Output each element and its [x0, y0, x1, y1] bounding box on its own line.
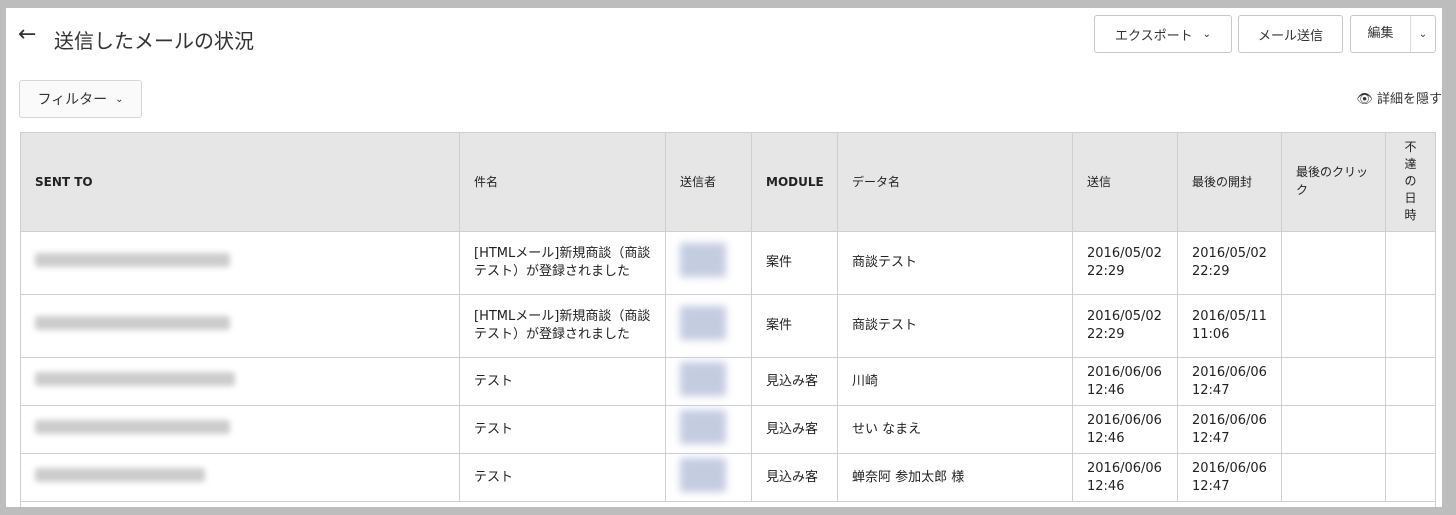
click-cell: [1281, 357, 1386, 406]
module-cell: 見込み客: [751, 453, 838, 502]
subject-cell[interactable]: [HTMLメール]新規商談（商談テスト）が登録されました: [459, 294, 666, 358]
module-cell: 案件: [751, 294, 838, 358]
sender-cell: [665, 405, 752, 454]
opened-cell: 2016/06/06 12:47: [1177, 357, 1282, 406]
table-row: [20, 501, 1436, 507]
filter-button[interactable]: フィルター ⌄: [19, 80, 142, 118]
filter-label: フィルター: [37, 92, 108, 108]
export-label: エクスポート: [1114, 28, 1193, 44]
redacted-email: [35, 371, 235, 386]
col-bounce[interactable]: 不達の日時: [1385, 132, 1436, 232]
data-name-cell[interactable]: せい なまえ: [837, 405, 1073, 454]
opened-cell: 2016/05/11 11:06: [1177, 294, 1282, 358]
module-cell: 見込み客: [751, 405, 838, 454]
eye-icon: 👁: [1356, 92, 1373, 107]
sender-cell: [665, 453, 752, 502]
sent-cell: 2016/06/06 12:46: [1072, 453, 1178, 502]
sent-cell: 2016/05/02 22:29: [1072, 294, 1178, 358]
sent-to-cell: [20, 357, 460, 406]
redacted-sender: [680, 457, 726, 492]
opened-cell: 2016/06/06 12:47: [1177, 453, 1282, 502]
sender-cell: [665, 357, 752, 406]
chevron-down-icon: ⌄: [115, 93, 124, 105]
sent-cell: 2016/06/06 12:46: [1072, 405, 1178, 454]
redacted-email: [35, 467, 205, 482]
col-data-name[interactable]: データ名: [837, 132, 1073, 232]
redacted-email: [35, 253, 230, 267]
module-cell: 案件: [751, 231, 838, 295]
bounce-cell: [1385, 294, 1436, 358]
hide-details-link[interactable]: 👁 詳細を隠す: [1356, 88, 1442, 107]
bounce-cell: [1385, 231, 1436, 295]
sent-mail-table: SENT TO 件名 送信者 MODULE データ名 送信 最後の開封 最後のク…: [20, 132, 1436, 507]
click-cell: [1281, 294, 1386, 358]
col-module[interactable]: MODULE: [751, 132, 838, 232]
partial-row: [20, 501, 1436, 507]
sent-to-cell: [20, 453, 460, 502]
send-mail-button[interactable]: メール送信: [1238, 15, 1343, 53]
redacted-email: [35, 316, 230, 330]
table-row[interactable]: テスト 見込み客 せい なまえ 2016/06/06 12:46 2016/06…: [20, 405, 1436, 454]
data-name-cell[interactable]: 川崎: [837, 357, 1073, 406]
edit-label[interactable]: 編集: [1351, 16, 1411, 52]
data-name-cell[interactable]: 商談テスト: [837, 231, 1073, 295]
click-cell: [1281, 231, 1386, 295]
table-row[interactable]: テスト 見込み客 川崎 2016/06/06 12:46 2016/06/06 …: [20, 357, 1436, 406]
col-subject[interactable]: 件名: [459, 132, 666, 232]
subject-cell[interactable]: テスト: [459, 453, 666, 502]
col-last-opened[interactable]: 最後の開封: [1177, 132, 1282, 232]
sender-cell: [665, 231, 752, 295]
data-name-cell[interactable]: 蝉奈阿 参加太郎 様: [837, 453, 1073, 502]
col-sent[interactable]: 送信: [1072, 132, 1178, 232]
redacted-sender: [680, 409, 726, 444]
edit-button[interactable]: 編集 ⌄: [1350, 15, 1436, 53]
bounce-cell: [1385, 453, 1436, 502]
click-cell: [1281, 453, 1386, 502]
table-row[interactable]: [HTMLメール]新規商談（商談テスト）が登録されました 案件 商談テスト 20…: [20, 231, 1436, 295]
opened-cell: 2016/05/02 22:29: [1177, 231, 1282, 295]
redacted-sender: [680, 306, 726, 340]
table-row[interactable]: [HTMLメール]新規商談（商談テスト）が登録されました 案件 商談テスト 20…: [20, 294, 1436, 358]
col-sent-to[interactable]: SENT TO: [20, 132, 460, 232]
col-sender[interactable]: 送信者: [665, 132, 752, 232]
sender-cell: [665, 294, 752, 358]
col-last-click[interactable]: 最後のクリック: [1281, 132, 1386, 232]
data-name-cell[interactable]: 商談テスト: [837, 294, 1073, 358]
redacted-email: [35, 419, 230, 434]
export-button[interactable]: エクスポート ⌄: [1094, 15, 1232, 53]
bounce-cell: [1385, 357, 1436, 406]
bounce-cell: [1385, 405, 1436, 454]
chevron-down-icon[interactable]: ⌄: [1411, 29, 1435, 40]
panel: ← 送信したメールの状況 エクスポート ⌄ メール送信 編集 ⌄ フィルター ⌄ 👁 …: [6, 8, 1442, 507]
sent-cell: 2016/05/02 22:29: [1072, 231, 1178, 295]
sent-cell: 2016/06/06 12:46: [1072, 357, 1178, 406]
redacted-sender: [680, 243, 726, 277]
subject-cell[interactable]: テスト: [459, 357, 666, 406]
hide-details-label: 詳細を隠す: [1376, 92, 1442, 107]
col-bounce-label: 不達の日時: [1404, 140, 1417, 222]
page-title: 送信したメールの状況: [54, 29, 254, 53]
redacted-sender: [680, 361, 726, 396]
opened-cell: 2016/06/06 12:47: [1177, 405, 1282, 454]
sent-to-cell: [20, 294, 460, 358]
sent-to-cell: [20, 405, 460, 454]
click-cell: [1281, 405, 1386, 454]
chevron-down-icon: ⌄: [1202, 28, 1211, 40]
sent-to-cell: [20, 231, 460, 295]
back-arrow-icon[interactable]: ←: [18, 22, 36, 47]
table-row[interactable]: テスト 見込み客 蝉奈阿 参加太郎 様 2016/06/06 12:46 201…: [20, 453, 1436, 502]
module-cell: 見込み客: [751, 357, 838, 406]
subject-cell[interactable]: テスト: [459, 405, 666, 454]
subject-cell[interactable]: [HTMLメール]新規商談（商談テスト）が登録されました: [459, 231, 666, 295]
